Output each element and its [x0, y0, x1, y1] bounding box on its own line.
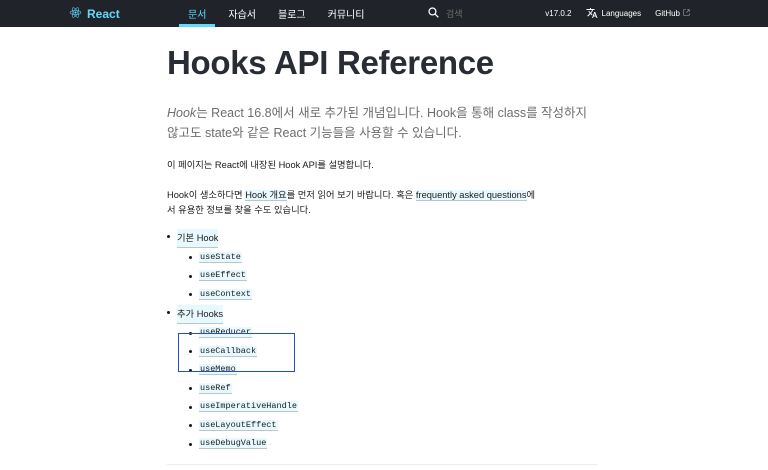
section-divider	[167, 464, 597, 465]
top-navigation-bar: React 문서 자습서 블로그 커뮤니티 v17.0.2 Languages …	[0, 0, 768, 27]
list-item: useEffect	[189, 267, 607, 286]
list-item: useRef	[189, 379, 607, 398]
hook-overview-link[interactable]: Hook 개요	[245, 190, 287, 201]
usedebugvalue-link[interactable]: useDebugValue	[199, 438, 268, 450]
page-title: Hooks API Reference	[167, 44, 494, 81]
intro-hook-em: Hook	[167, 106, 197, 120]
uselayouteffect-link[interactable]: useLayoutEffect	[199, 419, 278, 431]
intro-text: 는 React 16.8에서 새로 추가된 개념입니다. Hook을 통해 cl…	[167, 106, 588, 140]
basic-hooks-link[interactable]: 기본 Hook	[177, 229, 219, 248]
list-item: useContext	[189, 285, 607, 304]
toc-group-basic: 기본 Hook useState useEffect useContext	[167, 228, 607, 304]
additional-hooks-link[interactable]: 추가 Hooks	[177, 304, 224, 324]
useimperativehandle-link[interactable]: useImperativeHandle	[199, 401, 298, 413]
github-label: GitHub	[655, 9, 680, 18]
list-item: useImperativeHandle	[189, 398, 607, 417]
basic-hooks-list: useState useEffect useContext	[189, 248, 607, 304]
useeffect-link[interactable]: useEffect	[199, 270, 247, 282]
usestate-link[interactable]: useState	[199, 251, 242, 263]
intro-paragraph: Hook는 React 16.8에서 새로 추가된 개념입니다. Hook을 통…	[167, 103, 597, 143]
guide-text-2: 를 먼저 읽어 보기 바랍니다. 혹은	[286, 190, 416, 200]
github-link[interactable]: GitHub	[655, 9, 690, 18]
nav-blog[interactable]: 블로그	[267, 0, 317, 27]
toc-group-additional: 추가 Hooks useReducer useCallback useMemo …	[167, 304, 607, 454]
description-paragraph: 이 페이지는 React에 내장된 Hook API를 설명합니다.	[167, 160, 374, 170]
nav-docs[interactable]: 문서	[177, 0, 217, 27]
react-logo-icon	[69, 6, 82, 22]
useref-link[interactable]: useRef	[199, 382, 232, 394]
brand-name: React	[87, 6, 120, 21]
search-box	[428, 0, 536, 27]
right-nav: v17.0.2 Languages GitHub	[545, 0, 690, 27]
languages-label: Languages	[601, 9, 642, 18]
search-input[interactable]	[446, 5, 536, 22]
main-nav: 문서 자습서 블로그 커뮤니티	[177, 0, 375, 27]
list-item: useState	[189, 248, 607, 267]
nav-community[interactable]: 커뮤니티	[317, 0, 376, 27]
search-icon[interactable]	[428, 5, 439, 23]
usecontext-link[interactable]: useContext	[199, 288, 253, 300]
version-link[interactable]: v17.0.2	[545, 9, 571, 18]
highlight-box	[178, 333, 295, 372]
brand-link[interactable]: React	[69, 0, 120, 27]
list-item: useDebugValue	[189, 435, 607, 454]
languages-link[interactable]: Languages	[586, 7, 642, 21]
main-content: Hooks API Reference Hook는 React 16.8에서 새…	[167, 27, 607, 453]
translate-icon	[586, 7, 598, 21]
guide-paragraph: Hook이 생소하다면 Hook 개요를 먼저 읽어 보기 바랍니다. 혹은 f…	[167, 188, 537, 218]
external-link-icon	[683, 9, 690, 18]
faq-link[interactable]: frequently asked questions	[415, 190, 527, 201]
list-item: useLayoutEffect	[189, 416, 607, 435]
guide-text-1: Hook이 생소하다면	[167, 190, 246, 200]
nav-tutorial[interactable]: 자습서	[217, 0, 267, 27]
